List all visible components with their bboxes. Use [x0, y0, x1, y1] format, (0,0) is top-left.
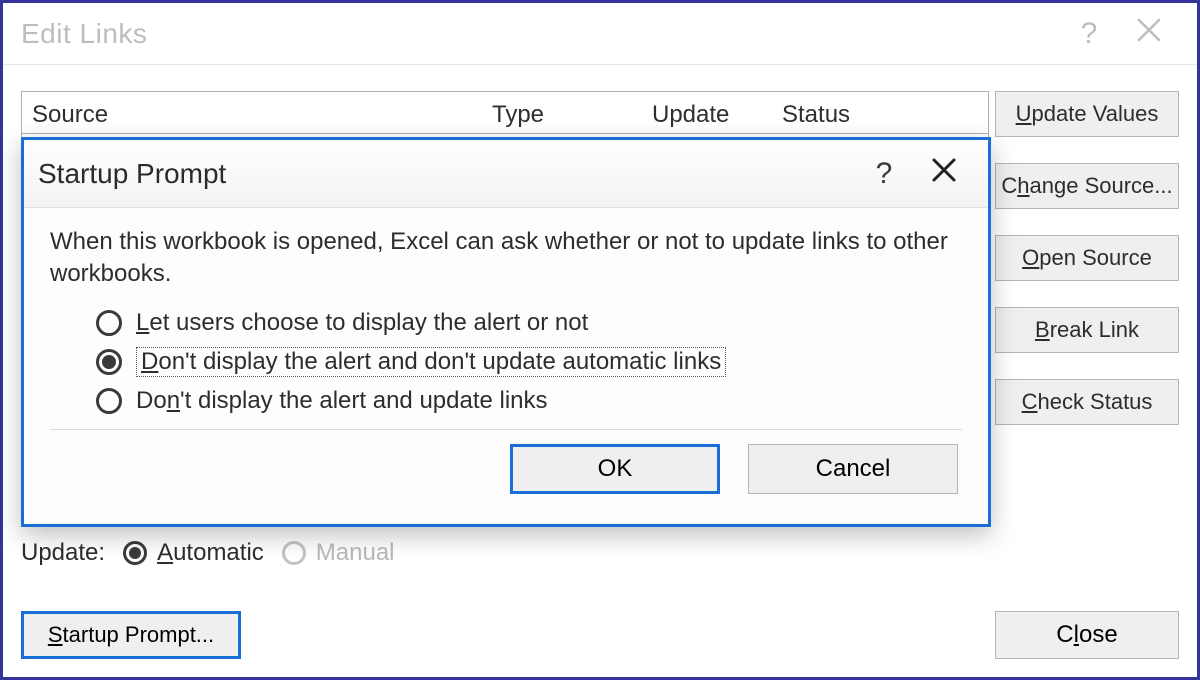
option-dont-display-update[interactable]: Don't display the alert and update links [96, 387, 962, 415]
edit-links-title: Edit Links [21, 18, 1059, 50]
ok-button[interactable]: OK [510, 444, 720, 494]
update-label: Update: [21, 539, 105, 567]
radio-icon [96, 310, 122, 336]
update-values-button[interactable]: Update Values [995, 91, 1179, 137]
help-icon[interactable]: ? [854, 157, 914, 191]
cancel-button[interactable]: Cancel [748, 444, 958, 494]
startup-prompt-options: Let users choose to display the alert or… [96, 309, 962, 415]
update-manual-label: Manual [316, 539, 395, 567]
radio-icon [96, 388, 122, 414]
update-manual-radio: Manual [282, 539, 395, 567]
right-button-column: Update Values Change Source... Open Sour… [995, 91, 1179, 425]
update-automatic-radio[interactable]: Automatic [123, 539, 264, 567]
column-update[interactable]: Update [652, 101, 782, 129]
radio-icon [96, 349, 122, 375]
change-source-button[interactable]: Change Source... [995, 163, 1179, 209]
column-type[interactable]: Type [492, 101, 652, 129]
startup-prompt-dialog: Startup Prompt ? When this workbook is o… [21, 137, 991, 527]
startup-prompt-body: When this workbook is opened, Excel can … [24, 208, 988, 415]
column-status[interactable]: Status [782, 101, 962, 129]
table-header-row: Source Type Update Status [22, 92, 988, 134]
startup-prompt-button[interactable]: Startup Prompt... [21, 611, 241, 659]
close-button[interactable]: Close [995, 611, 1179, 659]
close-icon[interactable] [1119, 17, 1179, 51]
radio-icon [282, 541, 306, 565]
startup-prompt-button-row: OK Cancel [24, 430, 988, 494]
option-let-users-choose[interactable]: Let users choose to display the alert or… [96, 309, 962, 337]
edit-links-titlebar: Edit Links ? [3, 3, 1197, 65]
startup-prompt-title: Startup Prompt [38, 158, 854, 190]
check-status-button[interactable]: Check Status [995, 379, 1179, 425]
update-mode-row: Update: Automatic Manual [21, 539, 395, 567]
option-dont-display-dont-update[interactable]: Don't display the alert and don't update… [96, 347, 962, 377]
help-icon[interactable]: ? [1059, 17, 1119, 51]
open-source-button[interactable]: Open Source [995, 235, 1179, 281]
startup-prompt-description: When this workbook is opened, Excel can … [50, 226, 962, 291]
edit-links-dialog: Edit Links ? Source Type Update Status U… [0, 0, 1200, 680]
column-source[interactable]: Source [22, 101, 492, 129]
radio-icon [123, 541, 147, 565]
close-icon[interactable] [914, 157, 974, 190]
break-link-button[interactable]: Break Link [995, 307, 1179, 353]
startup-prompt-titlebar: Startup Prompt ? [24, 140, 988, 208]
